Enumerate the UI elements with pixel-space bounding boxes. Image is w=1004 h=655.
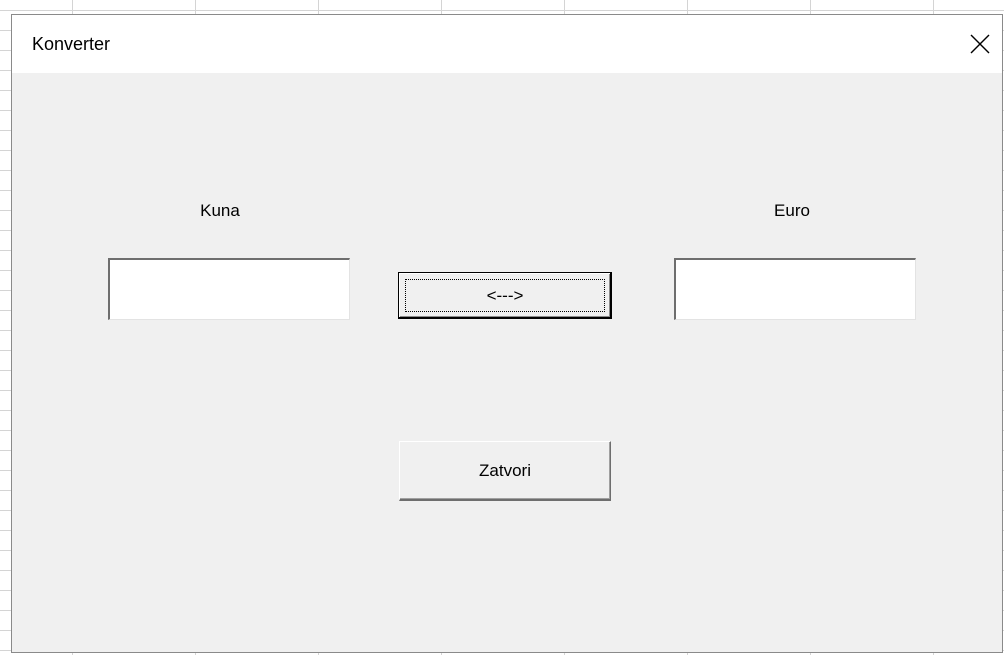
converter-dialog: Konverter Kuna Euro <---> Zatvori [11, 14, 1003, 653]
close-icon [970, 34, 990, 54]
window-title: Konverter [32, 34, 111, 54]
close-button-label: Zatvori [479, 460, 531, 480]
kuna-input[interactable] [108, 258, 350, 320]
euro-input[interactable] [674, 258, 916, 320]
zatvori-button[interactable]: Zatvori [399, 441, 611, 501]
kuna-label: Kuna [200, 201, 240, 220]
focus-rectangle: <---> [405, 279, 605, 312]
euro-label: Euro [774, 201, 810, 220]
title-bar[interactable]: Konverter [12, 15, 1002, 73]
swap-button-label: <---> [486, 285, 524, 305]
swap-convert-button[interactable]: <---> [398, 272, 612, 319]
close-window-button[interactable] [956, 15, 1002, 73]
